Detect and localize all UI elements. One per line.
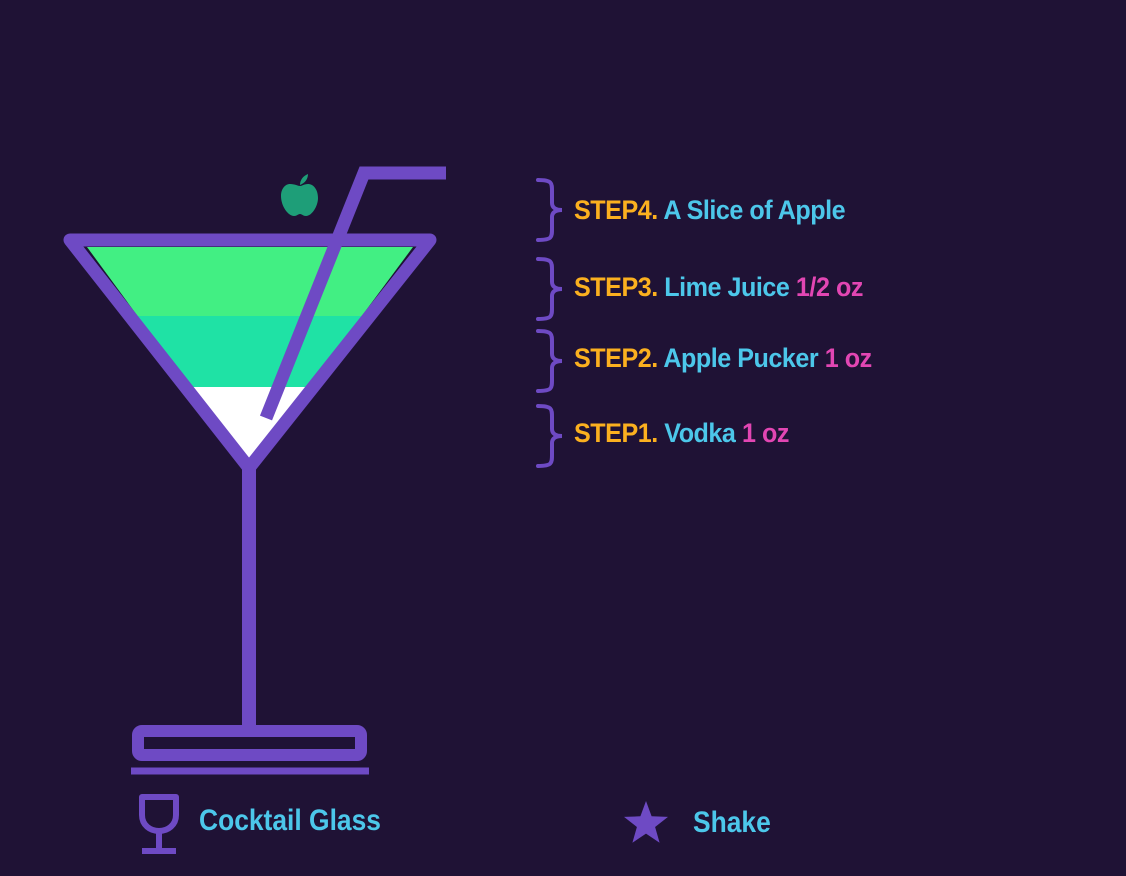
step-2: STEP2. Apple Pucker 1 oz (574, 345, 872, 372)
step-amount: 1 oz (741, 418, 789, 448)
step-4: STEP4. A Slice of Apple (574, 195, 846, 225)
step-label: STEP4. (574, 195, 658, 225)
brace-step4 (536, 178, 563, 242)
step-1: STEP1. Vodka 1 oz (574, 420, 789, 447)
step-3: STEP3. Lime Juice 1/2 oz (574, 274, 863, 301)
liquid-layer-middle (87, 316, 413, 388)
step-amount: 1/2 oz (795, 272, 863, 302)
step-label: STEP2. (574, 343, 658, 373)
step-label: STEP3. (574, 272, 658, 302)
legend-glass-label: Cocktail Glass (199, 804, 381, 837)
step-label: STEP1. (574, 418, 658, 448)
legend-method-label: Shake (693, 806, 771, 839)
step-ingredient: Lime Juice (664, 272, 790, 302)
brace-step1 (536, 404, 563, 468)
cocktail-glass-icon (139, 794, 179, 854)
liquid-layer-bottom (87, 387, 413, 468)
brace-step2 (536, 329, 563, 393)
step-ingredient: Vodka (664, 418, 736, 448)
brace-step3 (536, 257, 563, 321)
step-ingredient: Apple Pucker (663, 343, 819, 373)
apple-icon (281, 174, 318, 216)
step-ingredient: A Slice of Apple (663, 195, 846, 225)
step-amount: 1 oz (824, 343, 872, 373)
star-icon (624, 801, 668, 843)
glass-base (132, 725, 367, 761)
